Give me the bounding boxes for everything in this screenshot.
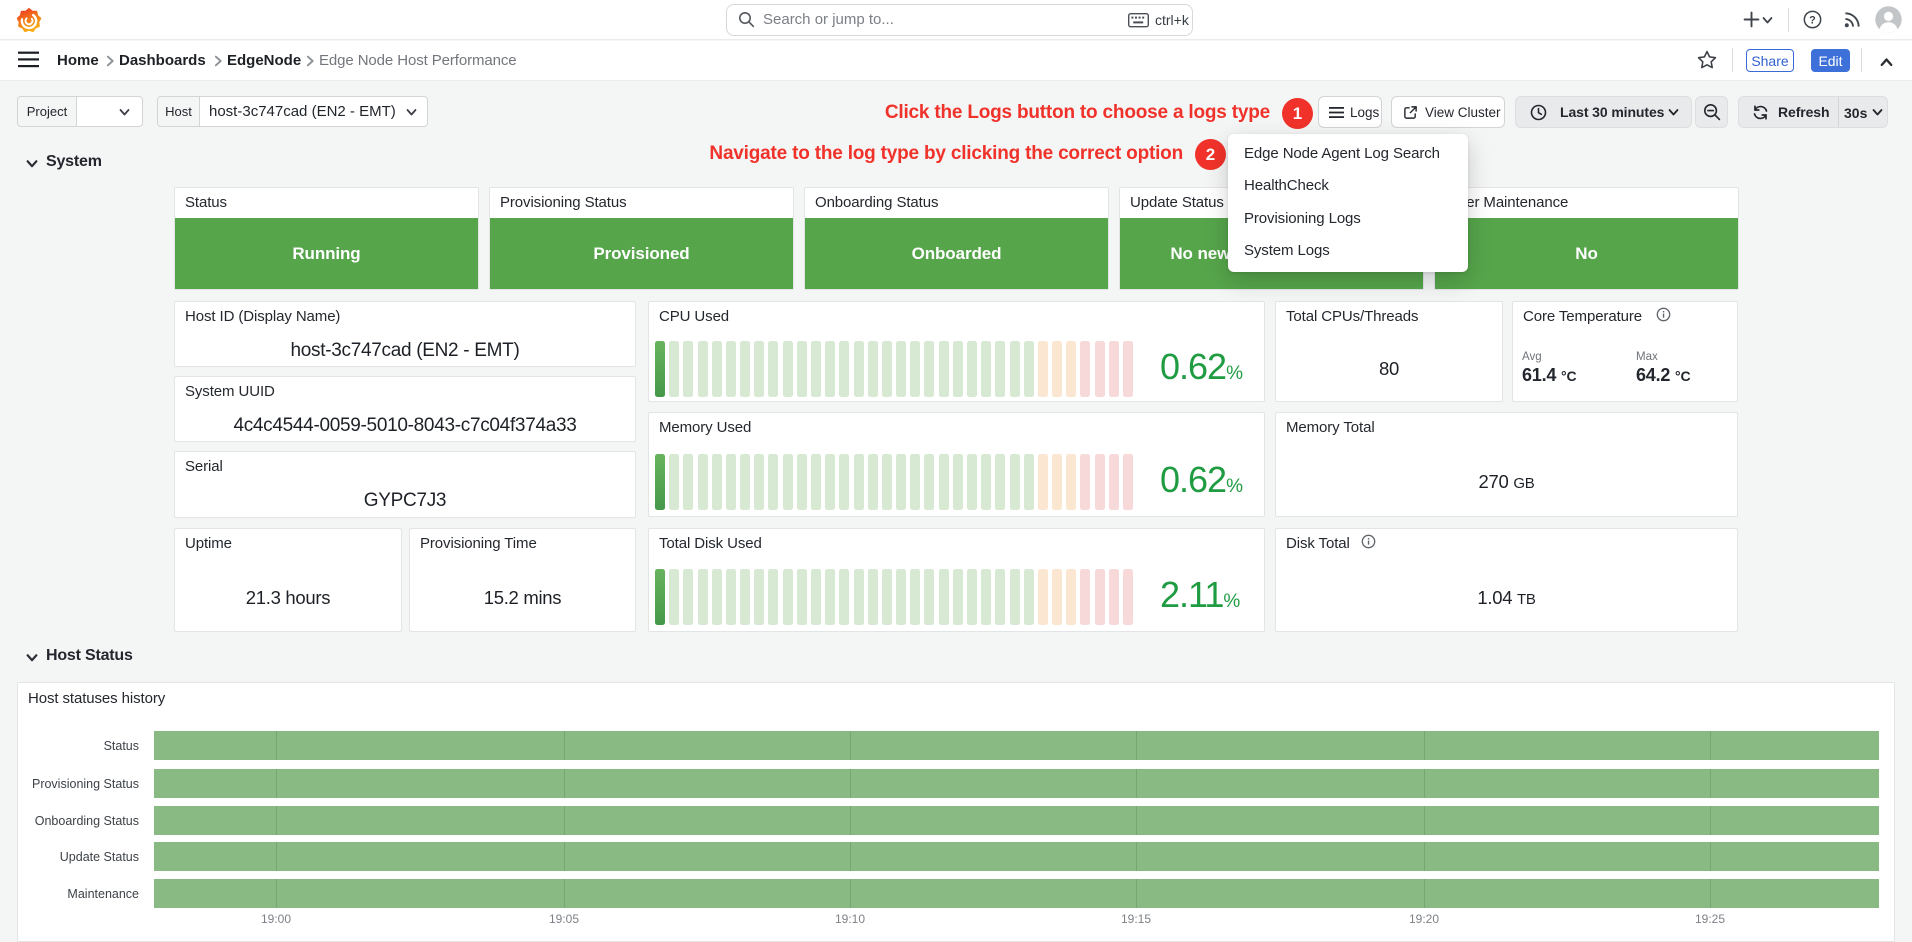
svg-text:?: ?: [1809, 14, 1816, 26]
